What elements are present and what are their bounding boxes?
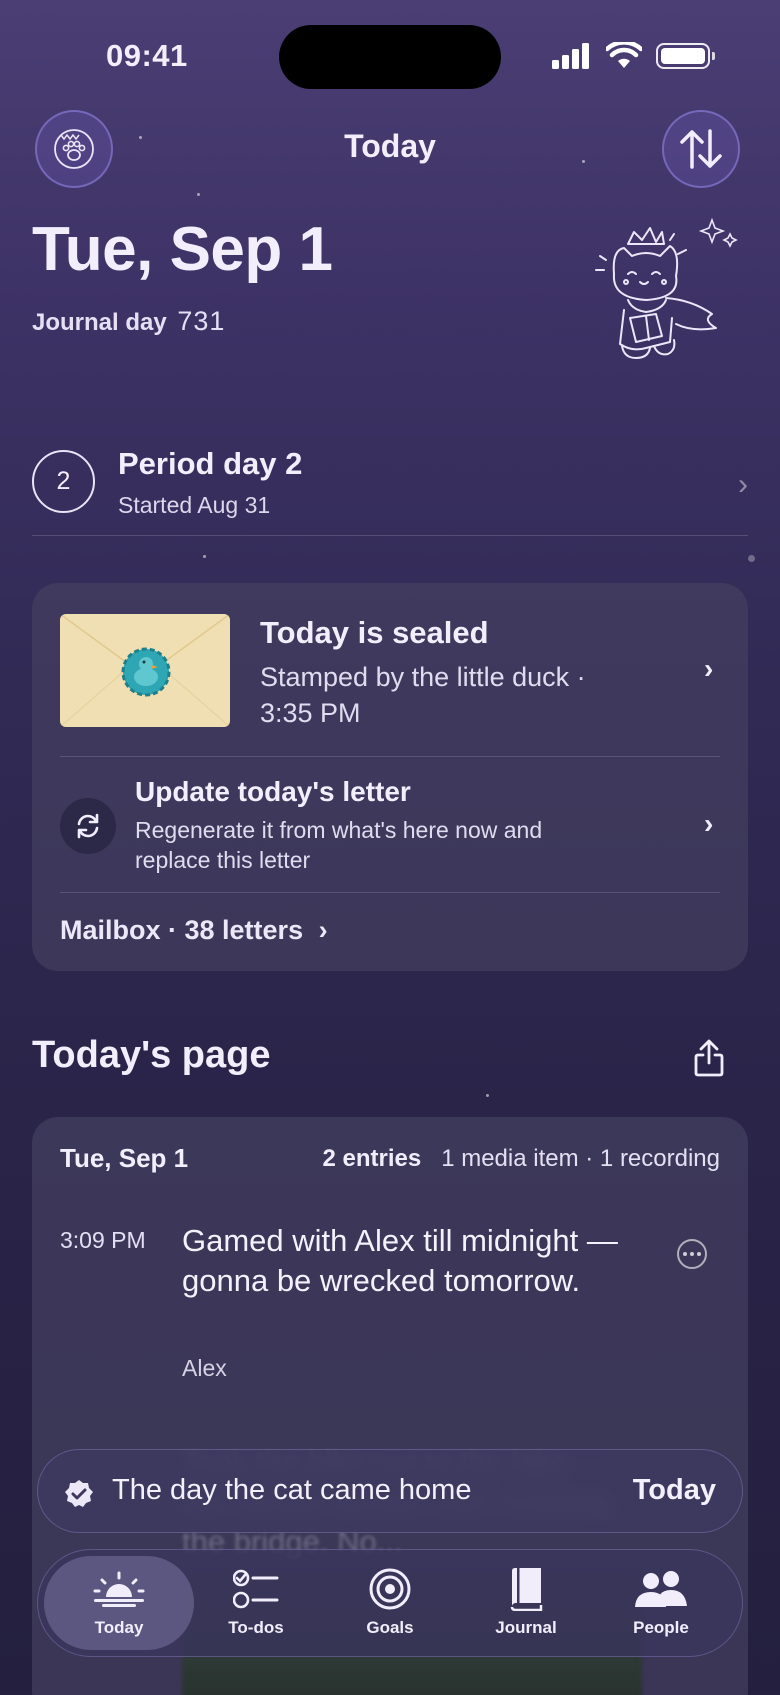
duck-seal-icon [121, 647, 171, 697]
memory-banner[interactable]: The day the cat came home Today [37, 1449, 743, 1533]
section-title: Today's page [32, 1034, 271, 1076]
star-decoration [197, 193, 200, 196]
tab-label: To-dos [228, 1618, 284, 1637]
checklist-icon [233, 1569, 279, 1609]
divider [60, 756, 720, 757]
tab-todos[interactable]: To-dos [181, 1556, 331, 1650]
dynamic-island [279, 25, 501, 89]
mailbox-link[interactable]: Mailbox · 38 letters › [60, 915, 328, 946]
update-letter-title[interactable]: Update today's letter [135, 776, 411, 808]
sunrise-icon [93, 1571, 145, 1607]
signal-icon [552, 42, 589, 69]
media-meta: 1 media item · 1 recording [441, 1145, 720, 1172]
journal-day: Journal day 731 [32, 306, 225, 337]
journal-day-label: Journal day [32, 309, 167, 336]
page-meta: 2 entries 1 media item · 1 recording [322, 1145, 720, 1173]
update-letter-subtitle: Regenerate it from what's here now and r… [135, 817, 543, 873]
tab-bar: Today To-dos Goals Journal People [37, 1549, 743, 1657]
chevron-right-icon: › [318, 915, 328, 945]
sort-button[interactable] [662, 110, 740, 188]
tab-journal[interactable]: Journal [451, 1556, 601, 1650]
target-icon [369, 1568, 411, 1610]
divider [60, 892, 720, 893]
mailbox-label: Mailbox · 38 letters [60, 915, 304, 945]
period-row[interactable]: 2 Period day 2 Started Aug 31 › [32, 446, 748, 536]
page-date: Tue, Sep 1 [60, 1143, 189, 1173]
chevron-right-icon[interactable]: › [704, 808, 713, 840]
tab-label: Goals [366, 1618, 414, 1637]
date-heading: Tue, Sep 1 [32, 215, 333, 284]
verified-badge-icon [65, 1480, 93, 1507]
chevron-right-icon: › [738, 468, 748, 501]
entry-person-tag[interactable]: Alex [182, 1355, 227, 1382]
period-subtitle: Started Aug 31 [118, 492, 271, 518]
cat-mascot-illustration [595, 217, 738, 359]
share-icon[interactable] [690, 1038, 728, 1078]
star-decoration [203, 555, 206, 558]
status-icons [552, 42, 715, 69]
tab-people[interactable]: People [586, 1556, 736, 1650]
entries-count: 2 entries [322, 1145, 422, 1172]
sealed-title: Today is sealed [260, 615, 489, 650]
banner-text: The day the cat came home [112, 1474, 472, 1506]
book-icon [510, 1568, 543, 1611]
journal-day-number: 731 [177, 306, 226, 336]
people-icon [635, 1571, 687, 1607]
star-decoration [748, 555, 755, 562]
period-title: Period day 2 [118, 446, 303, 481]
battery-icon [656, 42, 715, 69]
tab-label: Journal [495, 1618, 557, 1637]
entry-time: 3:09 PM [60, 1227, 146, 1253]
more-options-icon[interactable] [677, 1239, 707, 1269]
tab-label: Today [94, 1618, 144, 1637]
tab-goals[interactable]: Goals [315, 1556, 465, 1650]
sealed-letter-card: Today is sealed Stamped by the little du… [32, 583, 748, 971]
tab-label: People [633, 1618, 689, 1637]
tab-today[interactable]: Today [44, 1556, 194, 1650]
entry-text[interactable]: Gamed with Alex till midnight — gonna be… [182, 1221, 632, 1301]
banner-today-button[interactable]: Today [633, 1474, 716, 1507]
status-time: 09:41 [106, 38, 188, 73]
star-decoration [486, 1094, 489, 1097]
sort-arrows-icon [680, 129, 722, 169]
wifi-icon [606, 42, 642, 68]
refresh-icon [77, 813, 99, 839]
chevron-right-icon[interactable]: › [704, 653, 713, 685]
refresh-button[interactable] [60, 798, 116, 854]
period-day-badge: 2 [32, 450, 95, 513]
envelope-illustration[interactable] [60, 614, 230, 727]
sealed-subtitle: Stamped by the little duck · 3:35 PM [260, 662, 586, 728]
